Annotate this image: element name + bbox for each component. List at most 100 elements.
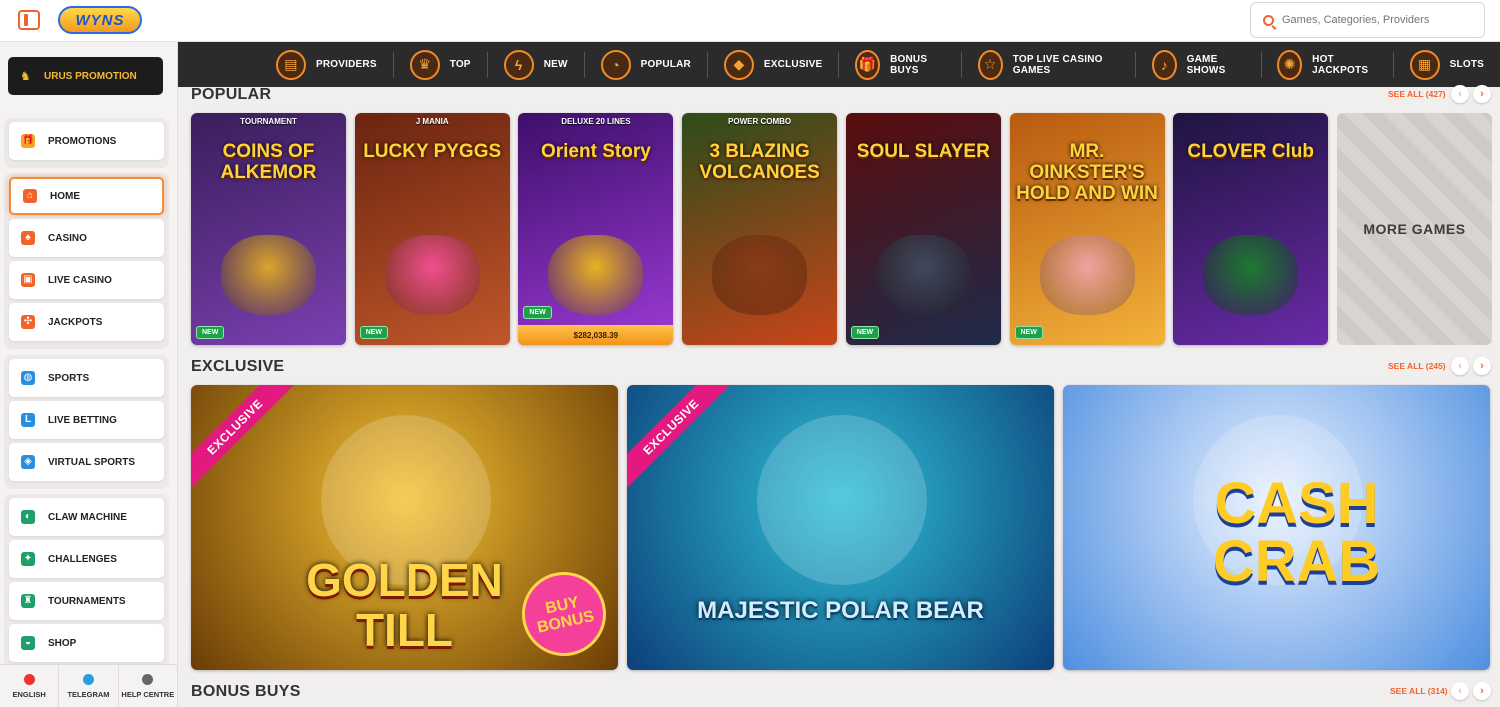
game-tile[interactable]: TOURNAMENT COINS OF ALKEMOR NEW <box>191 113 346 345</box>
sidebar-item-claw-machine[interactable]: ◐ CLAW MACHINE <box>9 498 164 536</box>
sidebar-item-label: CLAW MACHINE <box>48 511 127 523</box>
bonus-buys-prev-arrow[interactable]: ‹ <box>1451 682 1469 700</box>
exclusive-title: EXCLUSIVE <box>191 358 285 375</box>
game-title: Orient Story <box>540 141 651 162</box>
slot-icon: ▦ <box>1409 49 1440 80</box>
footer-help-centre-button[interactable]: HELP CENTRE <box>119 665 178 707</box>
popular-see-all-link[interactable]: SEE ALL (427) <box>1388 89 1446 99</box>
sidebar-item-label: HOME <box>50 190 80 202</box>
game-tile[interactable]: J MANIA LUCKY PYGGS NEW <box>354 113 510 345</box>
live-casino-icon: ▣ <box>21 273 35 287</box>
category-bonus-buys[interactable]: 🎁 BONUS BUYS <box>855 42 962 87</box>
sidebar-toggle-icon[interactable] <box>18 10 40 30</box>
casino-icon: ♠ <box>21 231 35 245</box>
exclusive-see-all-link[interactable]: SEE ALL (245) <box>1388 361 1446 371</box>
footer-telegram-button[interactable]: TELEGRAM <box>59 665 119 707</box>
exclusive-next-arrow[interactable]: › <box>1473 357 1491 375</box>
category-divider <box>392 51 394 78</box>
category-game-shows[interactable]: ♪ GAME SHOWS <box>1151 42 1262 87</box>
category-top[interactable]: ♛ TOP <box>409 42 488 87</box>
exclusive-game-tile[interactable]: GOLDEN TILL EXCLUSIVE BUY BONUS <box>191 385 618 670</box>
exclusive-prev-arrow[interactable]: ‹ <box>1451 357 1469 375</box>
new-badge: NEW <box>196 326 225 339</box>
game-tag: TOURNAMENT <box>240 117 297 126</box>
exclusive-game-tile[interactable]: CASH CRAB <box>1063 385 1490 670</box>
sidebar-item-shop[interactable]: ◒ SHOP <box>9 624 164 662</box>
category-exclusive[interactable]: ◆ EXCLUSIVE <box>723 42 840 87</box>
footer-english-button[interactable]: ENGLISH <box>0 665 60 707</box>
sidebar-item-label: LIVE BETTING <box>48 414 117 426</box>
category-label: EXCLUSIVE <box>763 59 823 70</box>
popular-next-arrow[interactable]: › <box>1473 85 1491 103</box>
search-box[interactable] <box>1250 2 1485 38</box>
gift-icon: 🎁 <box>855 49 881 80</box>
sidebar-item-live-casino[interactable]: ▣ LIVE CASINO <box>9 261 164 299</box>
exclusive-ribbon: EXCLUSIVE <box>191 385 301 493</box>
providers-icon: ▤ <box>276 49 306 80</box>
sidebar-item-home[interactable]: ⌂ HOME <box>9 177 164 215</box>
sidebar-item-tournaments[interactable]: ♜ TOURNAMENTS <box>9 582 164 620</box>
bonus-buys-next-arrow[interactable]: › <box>1473 682 1491 700</box>
sidebar-item-sports[interactable]: ◍ SPORTS <box>9 359 164 397</box>
ball-icon: ◍ <box>21 371 35 385</box>
sidebar-item-promotions[interactable]: 🎁 PROMOTIONS <box>9 122 164 160</box>
game-title: SOUL SLAYER <box>856 141 990 162</box>
exclusive-game-tile[interactable]: MAJESTIC POLAR BEAR EXCLUSIVE <box>627 385 1054 670</box>
game-tile[interactable]: DELUXE 20 LINES Orient Story NEW $282,038.3… <box>518 113 674 345</box>
site-logo[interactable]: WYNS <box>58 6 142 34</box>
popular-prev-arrow[interactable]: ‹ <box>1451 85 1469 103</box>
bonus-buys-see-all-link[interactable]: SEE ALL (314) <box>1390 686 1448 696</box>
search-icon <box>1263 14 1274 26</box>
category-top-live-casino-games[interactable]: ☆ TOP LIVE CASINO GAMES <box>977 42 1136 87</box>
category-divider <box>960 51 962 78</box>
game-title: LUCKY PYGGS <box>363 141 502 162</box>
sidebar-item-virtual-sports[interactable]: ◈ VIRTUAL SPORTS <box>9 443 164 481</box>
diamond-icon: ◆ <box>723 49 754 80</box>
sidebar-item-label: CHALLENGES <box>48 553 117 565</box>
category-label: NEW <box>543 59 568 70</box>
game-artwork <box>384 235 480 315</box>
category-label: BONUS BUYS <box>890 53 928 76</box>
more-games-label: MORE GAMES <box>1363 221 1466 237</box>
new-badge: NEW <box>850 326 880 339</box>
sidebar-item-live-betting[interactable]: L LIVE BETTING <box>9 401 164 439</box>
game-tile[interactable]: POWER COMBO 3 BLAZING VOLCANOES <box>682 113 838 345</box>
game-artwork <box>548 235 644 315</box>
game-title: COINS OF ALKEMOR <box>220 141 317 183</box>
sidebar-footer: ENGLISH TELEGRAM HELP CENTRE <box>0 664 178 707</box>
home-icon: ⌂ <box>23 189 37 203</box>
game-artwork <box>712 235 808 315</box>
category-popular[interactable]: ◔ POPULAR <box>600 42 708 87</box>
new-badge: NEW <box>359 326 389 339</box>
game-tile[interactable]: MR. OINKSTER'S HOLD AND WIN NEW <box>1009 113 1165 345</box>
category-divider <box>1260 51 1262 78</box>
clover-icon: ✣ <box>21 315 35 329</box>
category-label: GAME SHOWS <box>1186 53 1226 76</box>
category-new[interactable]: ϟ NEW <box>503 42 585 87</box>
category-divider <box>1135 51 1136 78</box>
search-input[interactable] <box>1282 14 1462 26</box>
game-artwork <box>221 235 316 315</box>
more-games-tile[interactable]: MORE GAMES <box>1337 113 1492 345</box>
sidebar-item-label: SHOP <box>48 637 77 649</box>
crown-icon: ♛ <box>409 49 440 80</box>
promo-label: URUS PROMOTION <box>44 70 137 82</box>
game-title: CLOVER Club <box>1187 141 1315 162</box>
category-divider <box>583 51 585 78</box>
game-tile[interactable]: CLOVER Club <box>1173 113 1329 345</box>
star-icon: ☆ <box>977 49 1003 80</box>
sidebar-item-challenges[interactable]: ✦ CHALLENGES <box>9 540 164 578</box>
footer-label: HELP CENTRE <box>121 689 175 699</box>
sidebar-item-jackpots[interactable]: ✣ JACKPOTS <box>9 303 164 341</box>
category-hot-jackpots[interactable]: ✺ HOT JACKPOTS <box>1277 42 1394 87</box>
category-providers[interactable]: ▤ PROVIDERS <box>276 42 394 87</box>
game-tile[interactable]: SOUL SLAYER NEW <box>845 113 1001 345</box>
popular-title: POPULAR <box>191 86 272 103</box>
sidebar-item-label: JACKPOTS <box>48 316 103 328</box>
urus-promotion-button[interactable]: ♞ URUS PROMOTION <box>8 57 163 95</box>
new-badge: NEW <box>1014 326 1043 339</box>
category-slots[interactable]: ▦ SLOTS <box>1409 42 1484 87</box>
category-divider <box>1392 51 1394 78</box>
sidebar-item-label: CASINO <box>48 232 87 244</box>
sidebar-item-casino[interactable]: ♠ CASINO <box>9 219 164 257</box>
